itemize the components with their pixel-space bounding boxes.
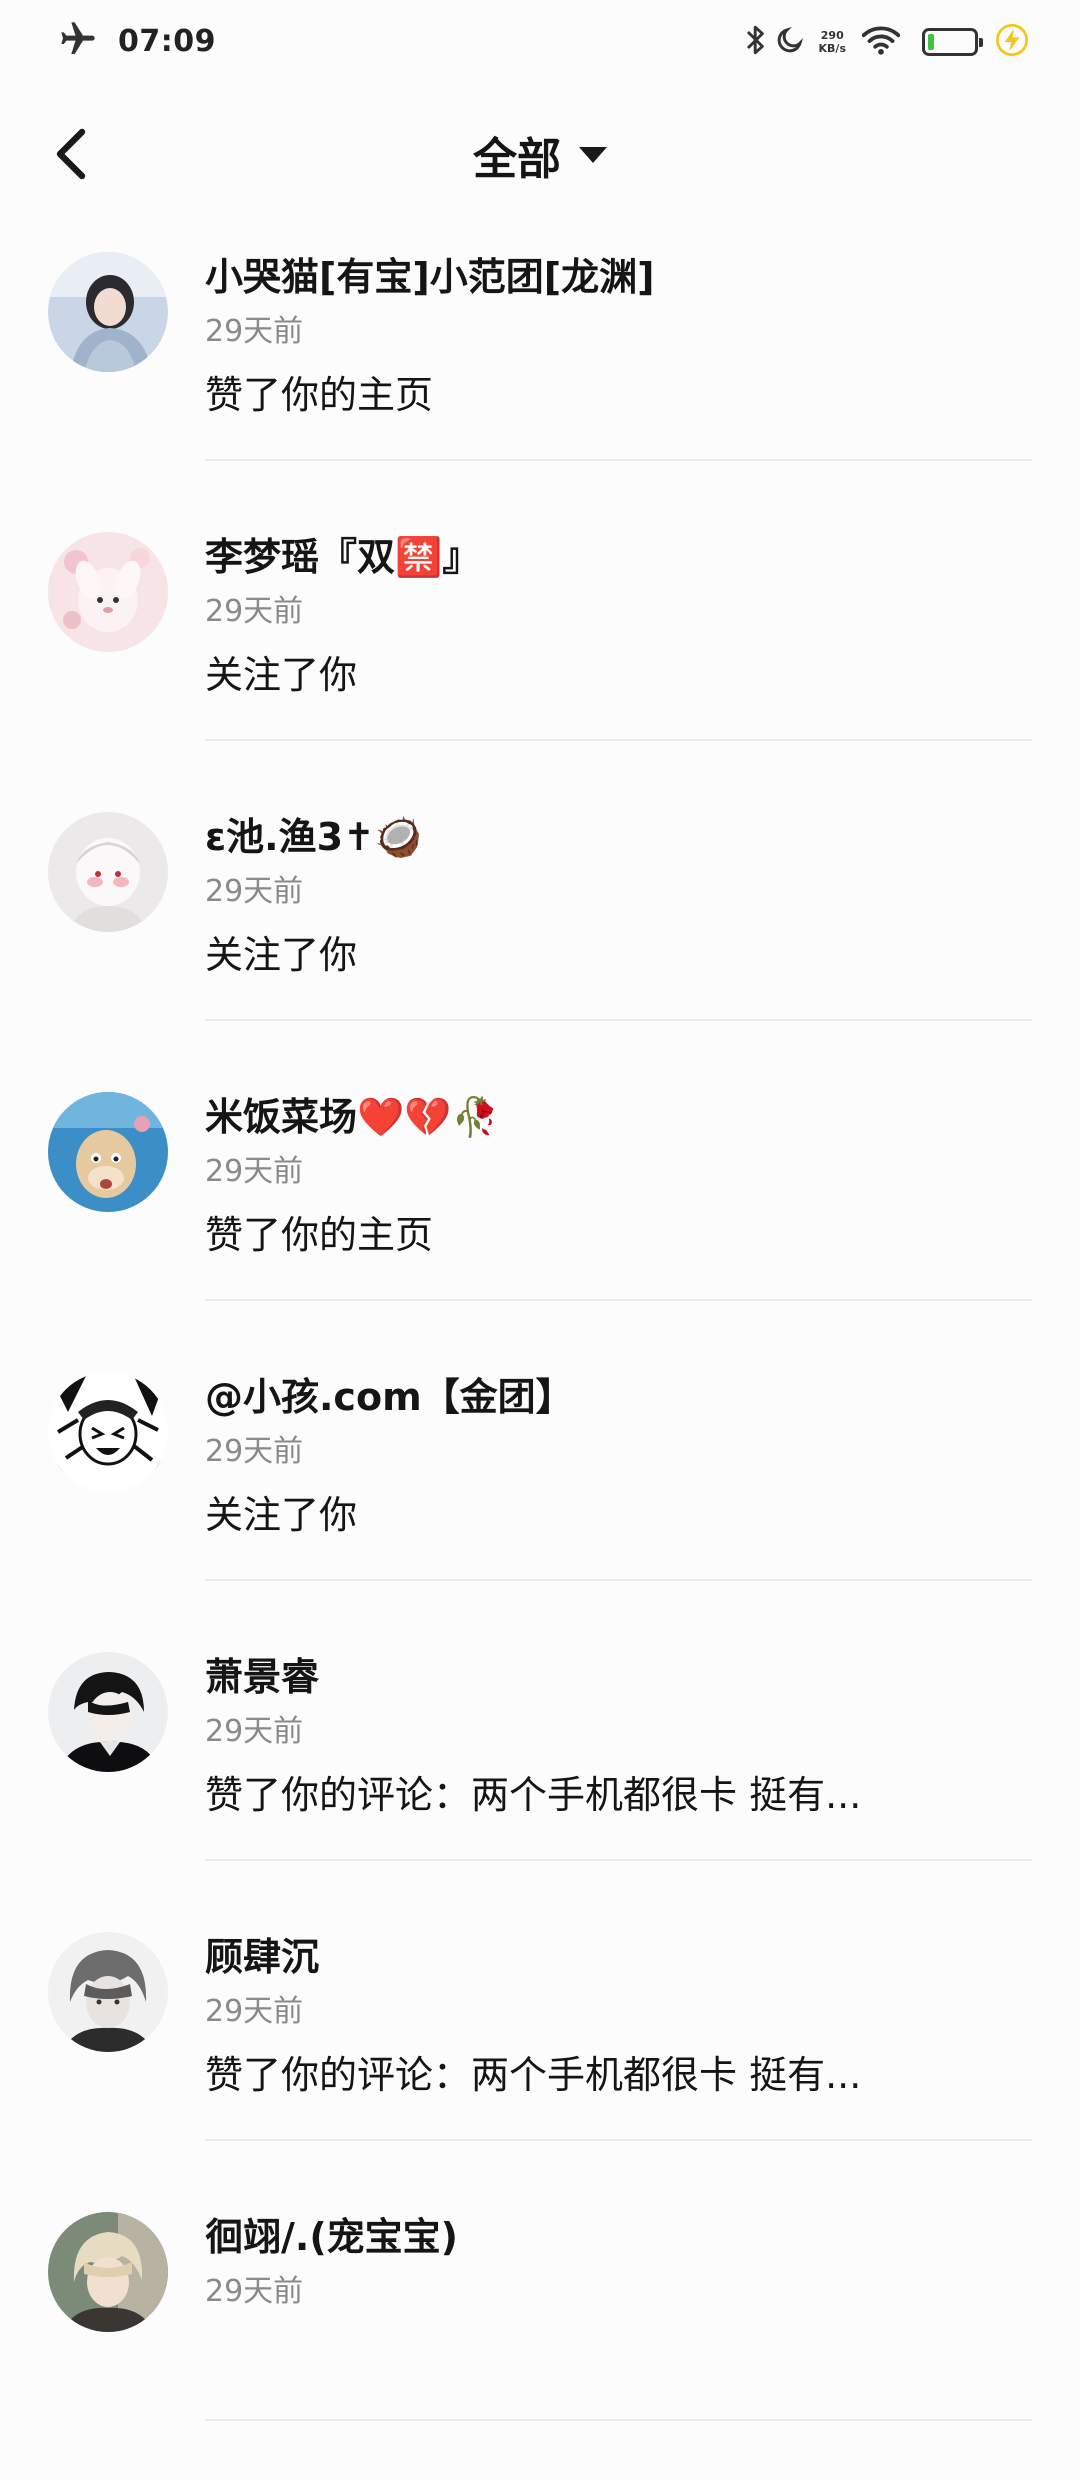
- timestamp: 29天前: [205, 1434, 304, 1469]
- notification-item[interactable]: 李梦瑶『双🈲』 29天前 关注了你: [0, 520, 1080, 800]
- battery-icon: [922, 28, 983, 56]
- notification-content: 徊翊/.(宠宝宝) 29天前: [205, 2200, 1032, 2421]
- top-nav-bar: 全部: [0, 110, 1080, 200]
- timestamp: 29天前: [205, 2274, 304, 2309]
- avatar[interactable]: [48, 532, 168, 652]
- notification-item[interactable]: 米饭菜场❤️💔🥀 29天前 赞了你的主页: [0, 1080, 1080, 1360]
- notification-text: 赞了你的主页: [205, 373, 434, 417]
- notification-item[interactable]: @小孩.com【金团】 29天前 关注了你: [0, 1360, 1080, 1640]
- avatar[interactable]: [48, 1932, 168, 2052]
- status-time: 07:09: [118, 23, 216, 59]
- notification-content: 米饭菜场❤️💔🥀 29天前 赞了你的主页: [205, 1080, 1032, 1301]
- notification-item[interactable]: 顾肆沉 29天前 赞了你的评论：两个手机都很卡 挺有...: [0, 1920, 1080, 2200]
- status-bar: 07:09 290 KB/s: [0, 0, 1080, 80]
- user-name[interactable]: 顾肆沉: [205, 1926, 319, 1981]
- status-bar-right: 290 KB/s: [737, 14, 1028, 70]
- user-name[interactable]: 小哭猫[有宝]小范团[龙渊]: [205, 246, 654, 301]
- chevron-left-icon: [56, 128, 86, 180]
- network-speed-value: 290: [820, 29, 844, 42]
- back-button[interactable]: [44, 126, 100, 182]
- notification-item[interactable]: 小哭猫[有宝]小范团[龙渊] 29天前 赞了你的主页: [0, 240, 1080, 520]
- notification-text: 关注了你: [205, 653, 358, 697]
- filter-dropdown[interactable]: 全部: [473, 120, 607, 190]
- notification-content: 萧景睿 29天前 赞了你的评论：两个手机都很卡 挺有...: [205, 1640, 1032, 1861]
- avatar[interactable]: [48, 812, 168, 932]
- avatar[interactable]: [48, 252, 168, 372]
- user-name[interactable]: 徊翊/.(宠宝宝): [205, 2206, 458, 2261]
- avatar[interactable]: [48, 1652, 168, 1772]
- moon-icon: [775, 25, 805, 59]
- avatar[interactable]: [48, 1092, 168, 1212]
- wifi-icon: [861, 25, 901, 59]
- timestamp: 29天前: [205, 1154, 304, 1189]
- notification-text: 关注了你: [205, 1493, 358, 1537]
- network-speed: 290 KB/s: [819, 29, 846, 55]
- battery-level-fill: [928, 34, 934, 50]
- timestamp: 29天前: [205, 1714, 304, 1749]
- notification-content: 小哭猫[有宝]小范团[龙渊] 29天前 赞了你的主页: [205, 240, 1032, 461]
- airplane-icon: [58, 19, 98, 63]
- user-name[interactable]: @小孩.com【金团】: [205, 1366, 574, 1421]
- avatar[interactable]: [48, 1372, 168, 1492]
- notification-text: 赞了你的评论：两个手机都很卡 挺有...: [205, 1773, 862, 1817]
- timestamp: 29天前: [205, 314, 304, 349]
- notification-item[interactable]: ε池.渔3✝🥥 29天前 关注了你: [0, 800, 1080, 1080]
- notification-text: 赞了你的评论：两个手机都很卡 挺有...: [205, 2053, 862, 2097]
- user-name[interactable]: ε池.渔3✝🥥: [205, 806, 422, 861]
- user-name[interactable]: 李梦瑶『双🈲』: [205, 526, 480, 581]
- avatar[interactable]: [48, 2212, 168, 2332]
- user-name[interactable]: 米饭菜场❤️💔🥀: [205, 1086, 499, 1141]
- notification-content: @小孩.com【金团】 29天前 关注了你: [205, 1360, 1032, 1581]
- notification-content: 顾肆沉 29天前 赞了你的评论：两个手机都很卡 挺有...: [205, 1920, 1032, 2141]
- filter-dropdown-label: 全部: [473, 134, 561, 185]
- caret-down-icon: [579, 147, 607, 163]
- notification-content: 李梦瑶『双🈲』 29天前 关注了你: [205, 520, 1032, 741]
- timestamp: 29天前: [205, 1994, 304, 2029]
- notification-list: 小哭猫[有宝]小范团[龙渊] 29天前 赞了你的主页 李梦瑶『双🈲』 29天前: [0, 240, 1080, 2480]
- bluetooth-icon: [745, 24, 767, 60]
- user-name[interactable]: 萧景睿: [205, 1646, 319, 1701]
- notification-content: ε池.渔3✝🥥 29天前 关注了你: [205, 800, 1032, 1021]
- notification-item[interactable]: 萧景睿 29天前 赞了你的评论：两个手机都很卡 挺有...: [0, 1640, 1080, 1920]
- timestamp: 29天前: [205, 874, 304, 909]
- charging-icon: [996, 24, 1028, 60]
- notification-item[interactable]: 徊翊/.(宠宝宝) 29天前: [0, 2200, 1080, 2480]
- network-speed-unit: KB/s: [818, 42, 846, 55]
- status-bar-left: 07:09: [58, 16, 216, 66]
- timestamp: 29天前: [205, 594, 304, 629]
- notification-text: 关注了你: [205, 933, 358, 977]
- notification-text: 赞了你的主页: [205, 1213, 434, 1257]
